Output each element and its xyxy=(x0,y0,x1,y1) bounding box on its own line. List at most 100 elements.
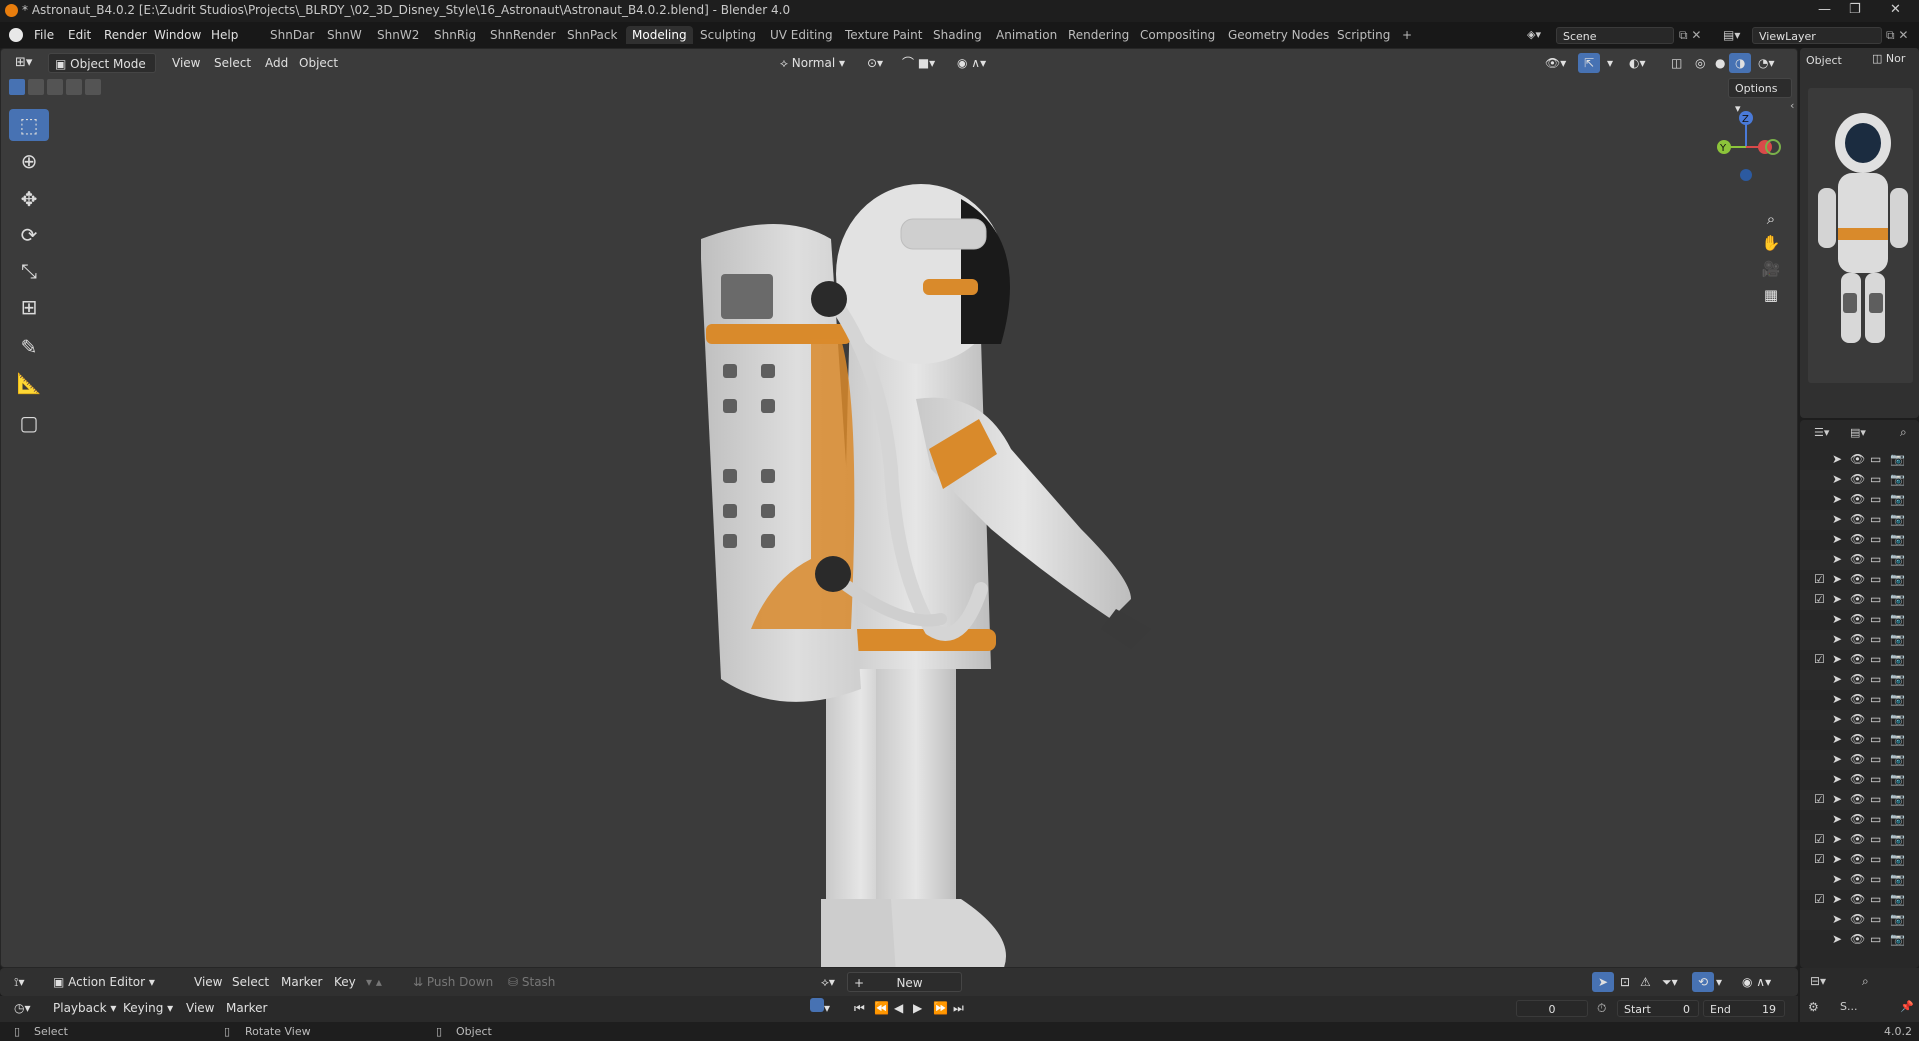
eye-icon[interactable]: 👁 xyxy=(1850,472,1865,486)
pin-icon[interactable]: 📌 xyxy=(1900,1000,1914,1013)
camera-icon[interactable]: 📷 xyxy=(1890,512,1905,526)
tab-shnrig[interactable]: ShnRig xyxy=(428,26,482,44)
eye-icon[interactable]: 👁 xyxy=(1850,492,1865,506)
rotate-tool-icon[interactable]: ⟳ xyxy=(9,219,49,251)
dopesheet-type-icon[interactable]: ⟟▾ xyxy=(8,972,31,992)
selectable-arrow-icon[interactable]: ➤ xyxy=(1832,532,1842,546)
add-workspace-button[interactable]: + xyxy=(1396,26,1418,44)
sidebar-toggle-icon[interactable]: ‹ xyxy=(1790,99,1794,112)
view-layer-field[interactable]: ViewLayer xyxy=(1752,27,1882,44)
outliner-row[interactable]: ➤ 👁 ▭ 📷 xyxy=(1800,690,1919,710)
checkbox-icon[interactable]: ☑ xyxy=(1814,892,1825,906)
tab-normal[interactable]: ◫ Nor xyxy=(1872,52,1905,65)
eye-icon[interactable]: 👁 xyxy=(1850,752,1865,766)
orientation-dropdown[interactable]: ⟡ Normal ▾ xyxy=(774,53,851,73)
outliner-row[interactable]: ➤ 👁 ▭ 📷 xyxy=(1800,510,1919,530)
monitor-icon[interactable]: ▭ xyxy=(1870,712,1881,726)
gizmo-neg-z[interactable] xyxy=(1740,169,1752,181)
pivot-point-icon[interactable]: ⊙▾ xyxy=(861,53,889,73)
outliner-row[interactable]: ☑ ➤ 👁 ▭ 📷 xyxy=(1800,650,1919,670)
tab-shnrender[interactable]: ShnRender xyxy=(484,26,562,44)
new-action-button[interactable]: + New xyxy=(847,972,962,992)
outliner-row[interactable]: ➤ 👁 ▭ 📷 xyxy=(1800,610,1919,630)
monitor-icon[interactable]: ▭ xyxy=(1870,652,1881,666)
shading-rendered-icon[interactable]: ◔▾ xyxy=(1752,53,1781,73)
action-menu-marker[interactable]: Marker xyxy=(275,972,328,992)
monitor-icon[interactable]: ▭ xyxy=(1870,732,1881,746)
selectable-arrow-icon[interactable]: ➤ xyxy=(1832,472,1842,486)
mode-dropdown[interactable]: ▣ Object Mode ▾ xyxy=(48,53,156,91)
menu-file[interactable]: File xyxy=(34,28,54,42)
camera-icon[interactable]: 📷 xyxy=(1890,892,1905,906)
tab-shnw2[interactable]: ShnW2 xyxy=(371,26,425,44)
visibility-toggle-icon[interactable]: 👁▾ xyxy=(1539,53,1572,73)
eye-icon[interactable]: 👁 xyxy=(1850,872,1865,886)
eye-icon[interactable]: 👁 xyxy=(1850,932,1865,946)
eye-icon[interactable]: 👁 xyxy=(1850,672,1865,686)
jump-end-icon[interactable]: ⏭ xyxy=(947,998,970,1018)
minimize-button[interactable]: — xyxy=(1818,2,1831,17)
camera-icon[interactable]: 📷 xyxy=(1890,752,1905,766)
camera-icon[interactable]: 📷 xyxy=(1890,552,1905,566)
outliner-filter-icon[interactable]: ▤▾ xyxy=(1850,426,1866,439)
selectable-arrow-icon[interactable]: ➤ xyxy=(1832,872,1842,886)
selectable-arrow-icon[interactable]: ➤ xyxy=(1832,652,1842,666)
action-menu-select[interactable]: Select xyxy=(226,972,275,992)
monitor-icon[interactable]: ▭ xyxy=(1870,852,1881,866)
monitor-icon[interactable]: ▭ xyxy=(1870,912,1881,926)
editor-type-icon[interactable]: ⊞▾ xyxy=(9,53,38,73)
outliner-row[interactable]: ➤ 👁 ▭ 📷 xyxy=(1800,910,1919,930)
snap-dropdown-icon[interactable]: ▾ xyxy=(1710,972,1728,992)
tab-sculpting[interactable]: Sculpting xyxy=(694,26,762,44)
monitor-icon[interactable]: ▭ xyxy=(1870,772,1881,786)
checkbox-icon[interactable]: ☑ xyxy=(1814,852,1825,866)
monitor-icon[interactable]: ▭ xyxy=(1870,892,1881,906)
menu-window[interactable]: Window xyxy=(154,28,201,42)
select-invert-icon[interactable] xyxy=(66,79,82,95)
outliner-row[interactable]: ➤ 👁 ▭ 📷 xyxy=(1800,770,1919,790)
selectable-arrow-icon[interactable]: ➤ xyxy=(1832,632,1842,646)
outliner-row[interactable]: ➤ 👁 ▭ 📷 xyxy=(1800,670,1919,690)
monitor-icon[interactable]: ▭ xyxy=(1870,812,1881,826)
editor-type-icon-bottom[interactable]: ⊟▾ xyxy=(1810,974,1826,988)
outliner-panel[interactable]: ☰▾ ▤▾ ⌕ ➤ 👁 ▭ 📷 ➤ 👁 ▭ 📷 ➤ 👁 ▭ 📷 ➤ 👁 ▭ 📷 ➤ 👁 ▭ 📷 ➤ 👁 ▭ 📷 ☑ ➤ 👁 ▭ 📷 ☑ ➤ 👁… xyxy=(1800,420,1919,968)
monitor-icon[interactable]: ▭ xyxy=(1870,592,1881,606)
menu-render[interactable]: Render xyxy=(104,28,147,42)
scene-field[interactable]: Scene xyxy=(1556,27,1674,44)
stash-button[interactable]: ⛁ Stash xyxy=(502,972,561,992)
close-button[interactable]: ✕ xyxy=(1890,2,1901,17)
eye-icon[interactable]: 👁 xyxy=(1850,612,1865,626)
restore-button[interactable]: ❐ xyxy=(1849,2,1861,17)
measure-tool-icon[interactable]: 📐 xyxy=(9,367,49,399)
camera-icon[interactable]: 📷 xyxy=(1890,652,1905,666)
play-icon[interactable]: ▶ xyxy=(907,998,928,1018)
zoom-icon[interactable]: ⌕ xyxy=(1759,207,1783,231)
end-frame-field[interactable]: End 19 xyxy=(1703,1000,1785,1017)
eye-icon[interactable]: 👁 xyxy=(1850,692,1865,706)
eye-icon[interactable]: 👁 xyxy=(1850,912,1865,926)
eye-icon[interactable]: 👁 xyxy=(1850,632,1865,646)
selectable-arrow-icon[interactable]: ➤ xyxy=(1832,792,1842,806)
tab-rendering[interactable]: Rendering xyxy=(1062,26,1135,44)
outliner-row[interactable]: ☑ ➤ 👁 ▭ 📷 xyxy=(1800,570,1919,590)
monitor-icon[interactable]: ▭ xyxy=(1870,632,1881,646)
show-hidden-icon[interactable]: ⊡ xyxy=(1614,972,1636,992)
timeline-menu-marker[interactable]: Marker xyxy=(220,998,273,1018)
selectable-arrow-icon[interactable]: ➤ xyxy=(1832,712,1842,726)
astronaut-model[interactable] xyxy=(661,109,1181,968)
camera-icon[interactable]: 📷 xyxy=(1890,672,1905,686)
select-new-icon[interactable] xyxy=(9,79,25,95)
selectable-arrow-icon[interactable]: ➤ xyxy=(1832,592,1842,606)
stopwatch-icon[interactable]: ⏱ xyxy=(1597,1001,1606,1016)
eye-icon[interactable]: 👁 xyxy=(1850,592,1865,606)
ortho-grid-icon[interactable]: ▦ xyxy=(1759,283,1783,307)
keying-dropdown[interactable]: Keying ▾ xyxy=(117,998,179,1018)
camera-view-icon[interactable]: 🎥 xyxy=(1759,257,1783,281)
shading-material-icon[interactable]: ◑ xyxy=(1729,53,1752,73)
select-extend-icon[interactable] xyxy=(28,79,44,95)
outliner-row[interactable]: ➤ 👁 ▭ 📷 xyxy=(1800,550,1919,570)
monitor-icon[interactable]: ▭ xyxy=(1870,612,1881,626)
eye-icon[interactable]: 👁 xyxy=(1850,572,1865,586)
camera-icon[interactable]: 📷 xyxy=(1890,792,1905,806)
xray-toggle-icon[interactable]: ◫ xyxy=(1665,53,1688,73)
